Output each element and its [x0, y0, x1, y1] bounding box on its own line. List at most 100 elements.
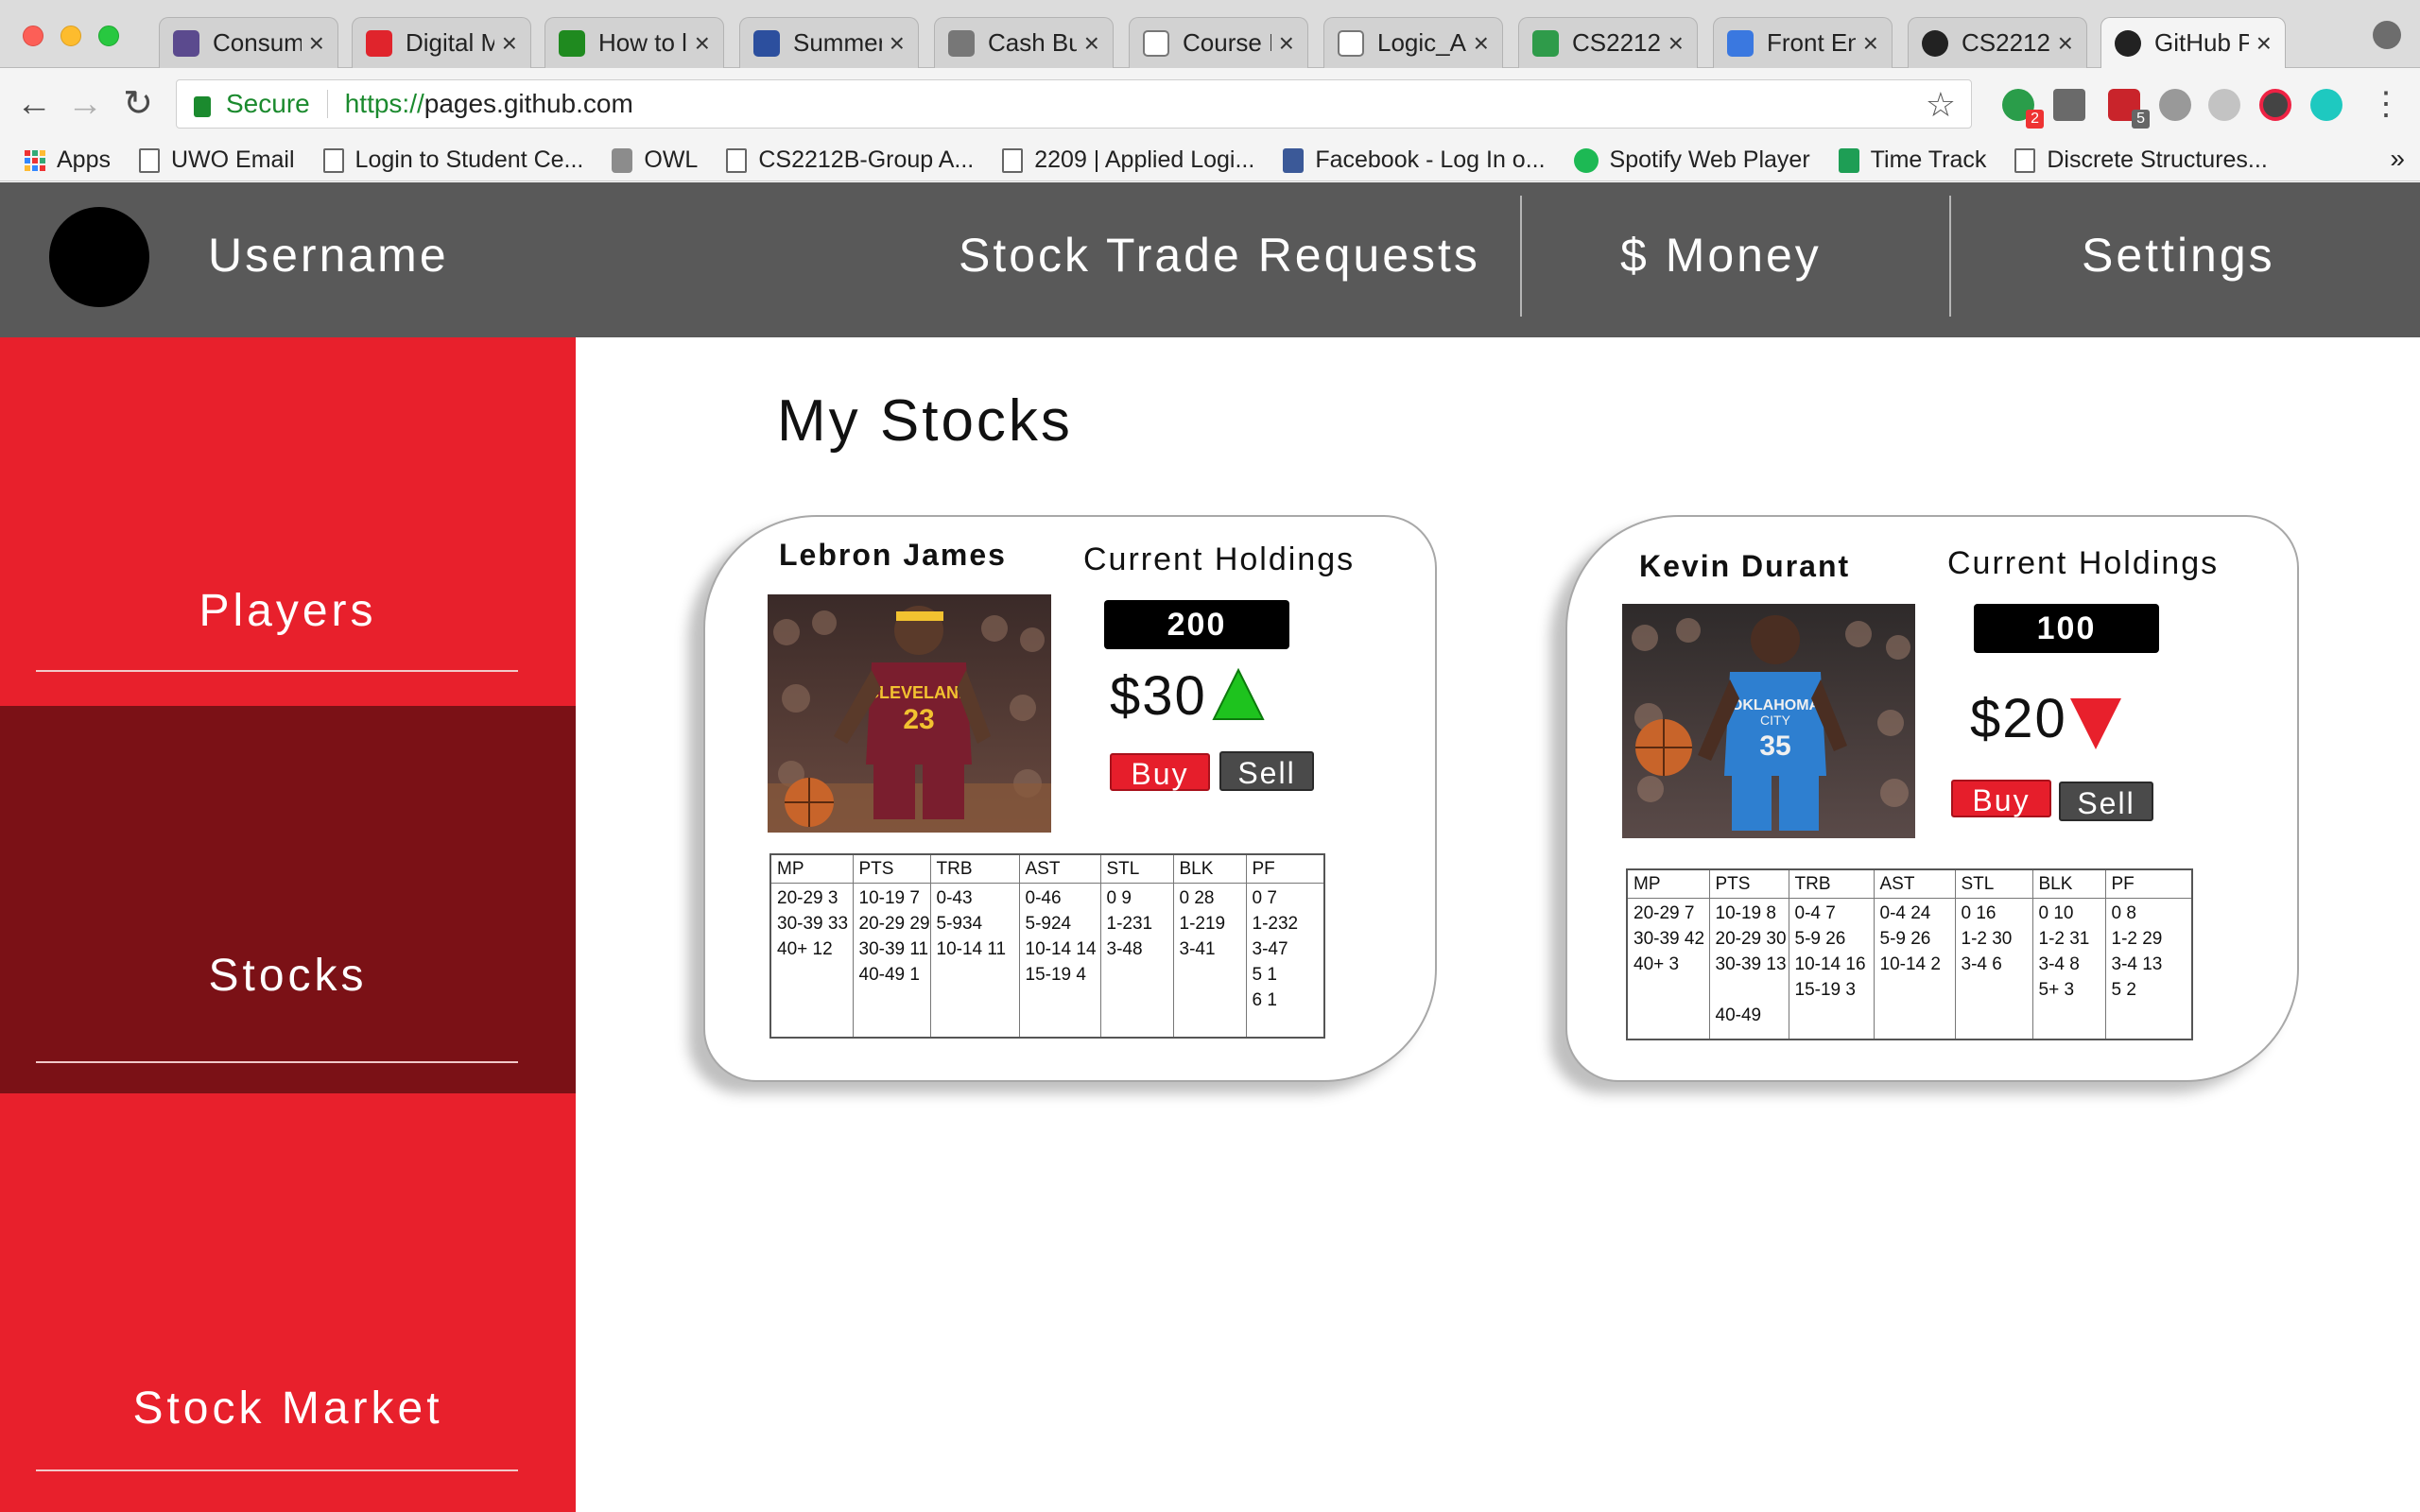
m-extension-icon[interactable]	[2310, 89, 2342, 121]
username[interactable]: Username	[208, 228, 449, 283]
menu-icon[interactable]: ⋮	[2363, 81, 2409, 127]
stats-value: 30-39 11	[858, 938, 929, 959]
stock-card: Kevin Durant Current Holdings OKLAHOMA C…	[1565, 515, 2299, 1082]
tab-close-icon[interactable]: ×	[1668, 28, 1684, 59]
sheets-icon	[1838, 147, 1859, 173]
bookmark-apps[interactable]: Apps	[25, 146, 111, 174]
stats-header-row: MP PTS TRB AST STL BLK PF	[769, 853, 1325, 884]
stats-cell: 0 7 1-232 3-47 5 1 6 1	[1245, 883, 1325, 1038]
bookmark-item[interactable]: Facebook - Log In o...	[1283, 146, 1546, 174]
bookmark-item[interactable]: 2209 | Applied Logi...	[1002, 146, 1254, 174]
tab-close-icon[interactable]: ×	[1474, 28, 1489, 59]
minimize-window-button[interactable]	[60, 26, 81, 46]
stats-header-cell: MP	[1626, 868, 1710, 899]
stats-value: 0-4 24	[1879, 902, 1931, 923]
tab-close-icon[interactable]: ×	[502, 28, 517, 59]
svg-text:35: 35	[1759, 730, 1790, 762]
browser-tab[interactable]: Cash Bu ×	[934, 17, 1114, 68]
browser-tab[interactable]: Course F ×	[1129, 17, 1308, 68]
stats-value: 3-4 13	[2111, 954, 2163, 974]
nav-settings[interactable]: Settings	[2082, 228, 2275, 283]
bookmark-item[interactable]: OWL	[612, 146, 698, 174]
trend-up-icon	[1212, 668, 1265, 720]
sidebar-item-stocks[interactable]: Stocks	[0, 706, 576, 1093]
sell-button[interactable]: Sell	[2059, 782, 2153, 821]
reload-icon[interactable]: ↻	[115, 81, 161, 127]
stats-value: 5-934	[936, 913, 983, 934]
stats-value: 3-41	[1179, 938, 1216, 959]
address-bar[interactable]: Secure https:// pages.github.com ☆	[176, 79, 1972, 129]
stats-value: 1-231	[1106, 913, 1153, 934]
stats-value: 40+ 3	[1634, 954, 1680, 974]
profile-icon[interactable]	[2373, 21, 2401, 49]
power-extension-icon[interactable]	[2159, 89, 2191, 121]
bookmark-item[interactable]: CS2212B-Group A...	[726, 146, 974, 174]
tab-close-icon[interactable]: ×	[1863, 28, 1878, 59]
stats-value: 1-2 29	[2111, 928, 2163, 949]
sidebar-item-label: Stock Market	[132, 1383, 443, 1434]
bookmark-item[interactable]: UWO Email	[138, 146, 295, 174]
browser-tab[interactable]: Digital M ×	[352, 17, 531, 68]
bookmarks-overflow-icon[interactable]: »	[2390, 144, 2405, 174]
stats-cell: 0-46 5-924 10-14 14 15-19 4	[1018, 883, 1101, 1038]
tab-close-icon[interactable]: ×	[890, 28, 905, 59]
stats-header-cell: AST	[1873, 868, 1956, 899]
stats-value: 0 28	[1179, 887, 1215, 908]
forward-arrow-icon[interactable]: →	[62, 81, 108, 127]
browser-tab[interactable]: Summer ×	[739, 17, 919, 68]
sell-button[interactable]: Sell	[1219, 751, 1314, 791]
color-extension-icon[interactable]	[2259, 89, 2291, 121]
tab-close-icon[interactable]: ×	[2058, 28, 2073, 59]
recycle-extension-icon[interactable]	[2208, 89, 2240, 121]
browser-tab[interactable]: Front En ×	[1713, 17, 1893, 68]
tab-close-icon[interactable]: ×	[2256, 28, 2272, 59]
stats-header-cell: PF	[2104, 868, 2193, 899]
nav-money[interactable]: $ Money	[1620, 228, 1822, 283]
stats-body-row: 20-29 7 30-39 42 40+ 3 10-19 8 20-29 30 30-39…	[1626, 898, 2193, 1040]
zoom-window-button[interactable]	[98, 26, 119, 46]
buy-button[interactable]: Buy	[1951, 780, 2051, 817]
browser-tab-active[interactable]: GitHub P ×	[2100, 17, 2286, 68]
stats-cell: 0 9 1-231 3-48	[1099, 883, 1174, 1038]
browser-tab[interactable]: CS2212 ×	[1518, 17, 1698, 68]
stats-value: 3-48	[1106, 938, 1143, 959]
stats-header-row: MP PTS TRB AST STL BLK PF	[1626, 868, 2193, 899]
browser-tab[interactable]: Logic_A2 ×	[1323, 17, 1503, 68]
browser-tab[interactable]: CS2212 ×	[1908, 17, 2087, 68]
bookmark-item[interactable]: Spotify Web Player	[1573, 146, 1810, 174]
apps-grid-icon	[25, 149, 45, 171]
browser-tab[interactable]: How to l ×	[544, 17, 724, 68]
bookmark-item[interactable]: Login to Student Ce...	[322, 146, 584, 174]
stats-value: 0 10	[2038, 902, 2074, 923]
tab-favicon-icon	[173, 29, 199, 57]
tab-close-icon[interactable]: ×	[1279, 28, 1294, 59]
tab-close-icon[interactable]: ×	[309, 28, 324, 59]
buy-button[interactable]: Buy	[1110, 753, 1210, 791]
bookmark-item[interactable]: Time Track	[1838, 146, 1986, 174]
stats-value: 30-39 42	[1634, 928, 1705, 949]
bookmark-item[interactable]: Discrete Structures...	[2014, 146, 2268, 174]
tab-close-icon[interactable]: ×	[1084, 28, 1099, 59]
extension-icon[interactable]: 5	[2108, 89, 2150, 129]
nav-stock-trade-requests[interactable]: Stock Trade Requests	[959, 228, 1480, 283]
stock-card: Lebron James Current Holdings CLEVELAND …	[703, 515, 1437, 1082]
tab-close-icon[interactable]: ×	[695, 28, 710, 59]
sidebar: Players Stocks Stock Market	[0, 337, 576, 1512]
drive-extension-icon[interactable]	[2053, 89, 2085, 121]
stats-value: 5+ 3	[2038, 979, 2075, 1000]
back-arrow-icon[interactable]: ←	[11, 81, 57, 127]
tab-title: CS2212	[1572, 28, 1661, 57]
close-window-button[interactable]	[23, 26, 43, 46]
tab-title: Consum	[213, 28, 302, 57]
bookmark-star-icon[interactable]: ☆	[1926, 85, 1956, 125]
extension-icon[interactable]: 2	[2002, 89, 2044, 129]
tab-title: Course F	[1183, 28, 1271, 57]
sidebar-item-stock-market[interactable]: Stock Market	[0, 1093, 576, 1512]
stats-value: 15-19 4	[1025, 964, 1086, 985]
bookmark-label: Login to Student Ce...	[354, 146, 584, 173]
sidebar-item-players[interactable]: Players	[0, 337, 576, 706]
avatar[interactable]	[49, 207, 149, 307]
stats-value: 0-4 7	[1794, 902, 1836, 923]
browser-tab[interactable]: Consum ×	[159, 17, 338, 68]
tab-title: GitHub P	[2154, 28, 2249, 57]
